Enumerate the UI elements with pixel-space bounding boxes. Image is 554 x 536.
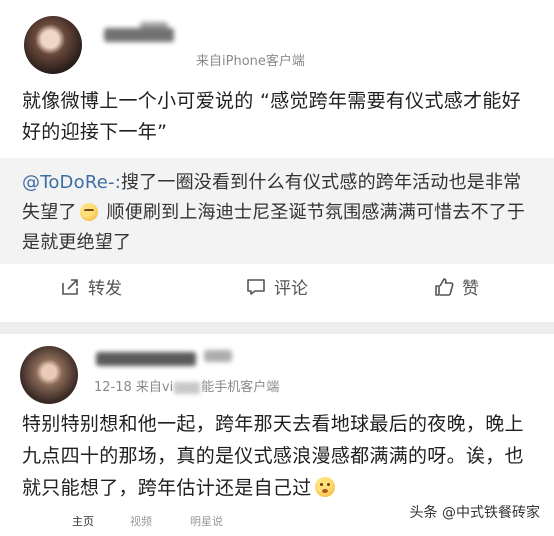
comment-button[interactable]: 评论 [246,274,308,299]
repost-user-link[interactable]: @ToDoRe-: [22,172,121,193]
feed-separator [0,322,554,334]
like-label: 赞 [462,279,479,299]
share-icon [62,278,78,295]
user-avatar[interactable] [24,16,82,74]
post-text: 就像微博上一个小可爱说的 “感觉跨年需要有仪式感才能好好的迎接下一年” [22,90,521,143]
blurred-text [174,381,201,394]
weibo-post-1: 来自iPhone客户端 就像微博上一个小可爱说的 “感觉跨年需要有仪式感才能好好… [0,0,554,320]
post-source: 12-18 来自vi 能手机客户端 [94,376,279,395]
drooling-emoji-icon [314,477,335,497]
watermark-text: 头条 @中式铁餐砖家 [409,505,540,521]
pensive-emoji-icon [79,203,98,221]
post-client: 能手机客户端 [201,380,280,395]
watermark: 头条 @中式铁餐砖家 [410,502,540,522]
blurred-username-fragment [204,350,232,362]
repost-button[interactable]: 转发 [60,274,122,299]
blurred-username [96,352,196,366]
comment-label: 评论 [274,279,308,299]
post-source: 来自iPhone客户端 [196,54,305,69]
tab-video[interactable]: 视频 [130,513,152,529]
tab-star-says[interactable]: 明星说 [190,513,223,529]
tab-home[interactable]: 主页 [72,513,94,529]
comment-icon [247,278,265,295]
repost-label: 转发 [88,279,122,299]
reposted-content[interactable]: @ToDoRe-:搜了一圈没看到什么有仪式感的跨年活动也是非常失望了 顺便刷到上… [0,158,554,264]
blurred-username-fragment [140,22,168,32]
like-button[interactable]: 赞 [434,274,479,299]
post-text-content: 特别特别想和他一起，跨年那天去看地球最后的夜晚，晚上九点四十的那场，真的是仪式感… [22,413,524,499]
post-actions: 转发 评论 赞 [0,266,554,306]
post-from: 来自vi [135,380,174,395]
post-text: 特别特别想和他一起，跨年那天去看地球最后的夜晚，晚上九点四十的那场，真的是仪式感… [22,408,538,504]
repost-text: @ToDoRe-:搜了一圈没看到什么有仪式感的跨年活动也是非常失望了 顺便刷到上… [22,168,538,258]
thumbs-up-icon [435,277,454,296]
post-date: 12-18 [94,380,132,395]
user-avatar[interactable] [20,346,78,404]
